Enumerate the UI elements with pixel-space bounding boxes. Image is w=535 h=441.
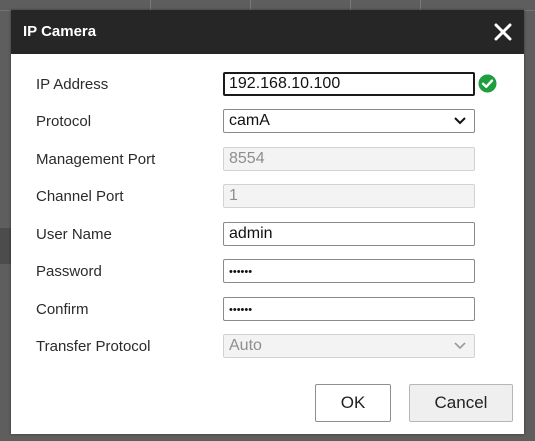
channel-port-input: 1 [223,184,475,208]
password-label: Password [36,263,102,280]
close-button[interactable] [490,19,516,45]
user-name-value: admin [229,225,273,242]
channel-port-row: Channel Port 1 [11,184,524,208]
channel-port-value: 1 [229,187,238,204]
dialog-title: IP Camera [23,23,97,40]
ok-button[interactable]: OK [315,384,391,422]
transfer-protocol-select: Auto [223,334,475,358]
protocol-label: Protocol [36,113,92,130]
confirm-masked-value: •••••• [229,304,253,316]
user-name-input[interactable]: admin [223,222,475,246]
transfer-protocol-value: Auto [229,337,262,354]
management-port-label: Management Port [36,151,156,168]
protocol-select[interactable]: camA [223,109,475,133]
background-divider [420,0,421,10]
transfer-protocol-row: Transfer Protocol Auto [11,334,524,358]
chevron-down-icon [454,117,466,125]
close-icon [494,23,512,41]
dialog-titlebar: IP Camera [11,10,524,54]
ip-address-label: IP Address [36,76,109,93]
user-name-label: User Name [36,226,112,243]
management-port-row: Management Port 8554 [11,147,524,171]
background-divider [150,0,151,10]
transfer-protocol-label: Transfer Protocol [36,338,151,355]
chevron-down-icon [454,342,466,350]
protocol-row: Protocol camA [11,109,524,133]
password-input[interactable]: •••••• [223,259,475,283]
background-divider [250,0,251,10]
ip-address-input[interactable]: 192.168.10.100 [223,72,475,96]
confirm-password-input[interactable]: •••••• [223,297,475,321]
confirm-label: Confirm [36,301,89,318]
background-divider [350,0,351,10]
checkmark-circle-icon [478,74,497,93]
user-name-row: User Name admin [11,222,524,246]
ip-camera-dialog: IP Camera IP Address 192.168.10.100 Prot… [11,10,524,434]
ip-address-row: IP Address 192.168.10.100 [11,72,524,96]
channel-port-label: Channel Port [36,188,124,205]
cancel-button[interactable]: Cancel [409,384,513,422]
protocol-value: camA [229,112,270,129]
confirm-row: Confirm •••••• [11,297,524,321]
management-port-value: 8554 [229,150,265,167]
ip-address-value: 192.168.10.100 [229,75,341,92]
password-masked-value: •••••• [229,266,253,278]
management-port-input: 8554 [223,147,475,171]
password-row: Password •••••• [11,259,524,283]
